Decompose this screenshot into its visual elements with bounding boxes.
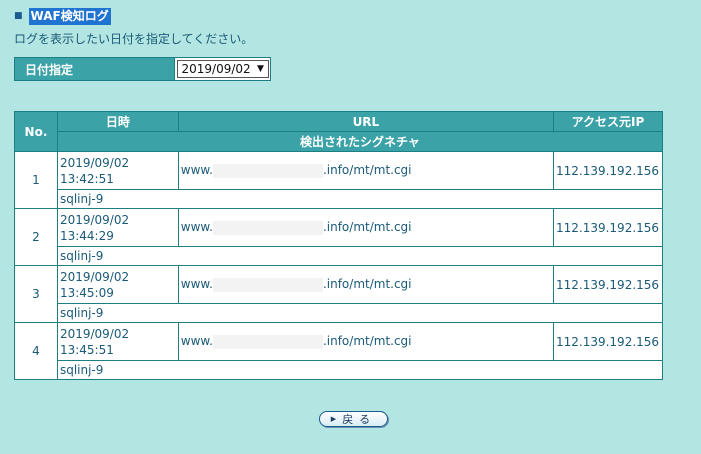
date-select-value: 2019/09/02	[181, 62, 251, 76]
row-ip: 112.139.192.156	[552, 265, 664, 304]
date-select-cell: 2019/09/02 ▼	[175, 58, 270, 80]
row-date: 2019/09/02	[59, 269, 130, 284]
row-url: www. .info/mt/mt.cgi	[177, 265, 554, 304]
redacted-url-mask	[212, 163, 323, 178]
date-filter-label: 日付指定	[15, 58, 175, 80]
row-time: 13:45:09	[59, 285, 114, 300]
row-signature: sqlinj-9	[56, 246, 664, 266]
square-bullet-icon: ■	[14, 11, 23, 21]
row-datetime: 2019/09/02 13:44:29	[56, 208, 179, 247]
row-signature: sqlinj-9	[56, 189, 664, 209]
row-time: 13:44:29	[59, 228, 114, 243]
date-filter: 日付指定 2019/09/02 ▼	[14, 57, 271, 81]
row-ip: 112.139.192.156	[552, 208, 664, 247]
row-time: 13:42:51	[59, 171, 114, 186]
table-row-signature: sqlinj-9	[15, 246, 664, 266]
row-signature: sqlinj-9	[56, 360, 664, 380]
page-title: WAF検知ログ	[28, 7, 111, 25]
back-button[interactable]: ▶ 戻る	[319, 411, 388, 427]
row-url-suffix: .info/mt/mt.cgi	[322, 163, 412, 178]
row-date: 2019/09/02	[59, 212, 130, 227]
table-row-signature: sqlinj-9	[15, 303, 664, 323]
table-row: 2 2019/09/02 13:44:29 www. .info/mt/mt.cgi 11…	[14, 208, 664, 266]
page-header: ■ WAF検知ログ	[14, 7, 111, 25]
row-url-suffix: .info/mt/mt.cgi	[322, 334, 412, 349]
row-url-prefix: www.	[180, 277, 213, 292]
redacted-url-mask	[212, 277, 323, 292]
row-datetime: 2019/09/02 13:45:09	[56, 265, 179, 304]
table-row: 3 2019/09/02 13:45:09 www. .info/mt/mt.cgi 11…	[14, 265, 664, 323]
row-time: 13:45:51	[59, 342, 114, 357]
back-button-label: 戻る	[342, 413, 377, 426]
table-row: 4 2019/09/02 13:45:51 www. .info/mt/mt.cgi 11…	[14, 322, 664, 380]
table-row: 1 2019/09/02 13:42:51 www. .info/mt/mt.cgi 11…	[14, 151, 664, 209]
row-number: 1	[14, 151, 58, 209]
row-datetime: 2019/09/02 13:42:51	[56, 151, 179, 190]
row-date: 2019/09/02	[59, 155, 130, 170]
dropdown-arrow-icon[interactable]: ▼	[254, 64, 268, 74]
column-header-no: No.	[14, 111, 58, 152]
row-url: www. .info/mt/mt.cgi	[177, 322, 554, 361]
row-ip: 112.139.192.156	[552, 151, 664, 190]
row-url: www. .info/mt/mt.cgi	[177, 151, 554, 190]
row-date: 2019/09/02	[59, 326, 130, 341]
row-url-suffix: .info/mt/mt.cgi	[322, 220, 412, 235]
column-header-url: URL	[177, 111, 554, 132]
row-datetime: 2019/09/02 13:45:51	[56, 322, 179, 361]
row-url-suffix: .info/mt/mt.cgi	[322, 277, 412, 292]
row-url-prefix: www.	[180, 220, 213, 235]
row-number: 4	[14, 322, 58, 380]
date-select[interactable]: 2019/09/02 ▼	[176, 60, 269, 78]
instruction-text: ログを表示したい日付を指定してください。	[14, 32, 254, 46]
waf-log-table: No. 日時 URL アクセス元IP 検出されたシグネチャ 1 2019/09/0…	[14, 111, 664, 380]
row-url-prefix: www.	[180, 163, 213, 178]
play-triangle-icon: ▶	[330, 415, 337, 423]
row-signature: sqlinj-9	[56, 303, 664, 323]
column-header-ip: アクセス元IP	[552, 111, 664, 132]
row-number: 3	[14, 265, 58, 323]
log-table-body: 1 2019/09/02 13:42:51 www. .info/mt/mt.cgi 11…	[14, 151, 664, 380]
column-header-signature: 検出されたシグネチャ	[56, 131, 664, 152]
row-url-prefix: www.	[180, 334, 213, 349]
redacted-url-mask	[212, 334, 323, 349]
column-header-datetime: 日時	[56, 111, 179, 132]
table-row-signature: sqlinj-9	[15, 360, 664, 380]
redacted-url-mask	[212, 220, 323, 235]
table-row-signature: sqlinj-9	[15, 189, 664, 209]
row-url: www. .info/mt/mt.cgi	[177, 208, 554, 247]
row-ip: 112.139.192.156	[552, 322, 664, 361]
row-number: 2	[14, 208, 58, 266]
